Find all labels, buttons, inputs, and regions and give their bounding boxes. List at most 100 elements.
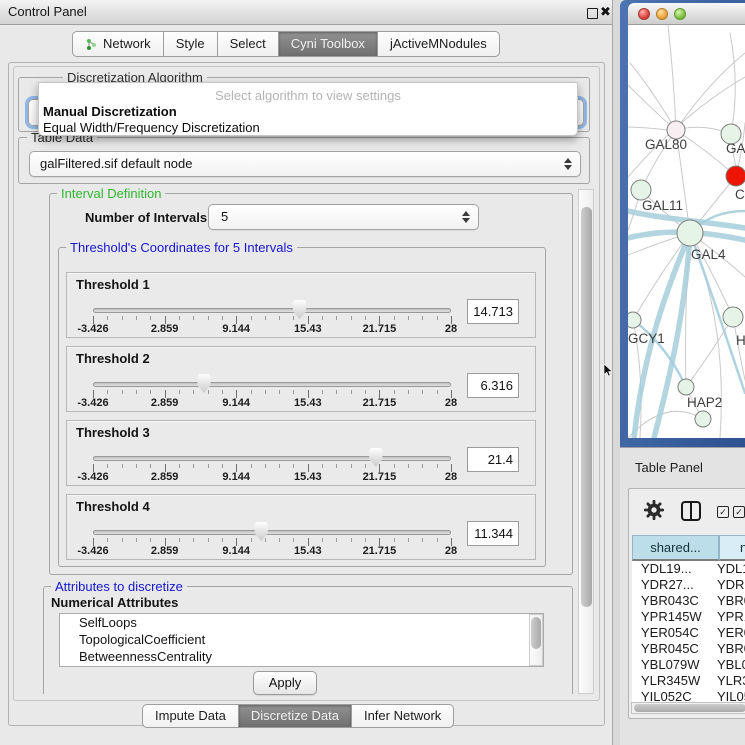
slider-tick [437,390,438,394]
table-hscrollbar-thumb[interactable] [634,704,745,712]
tab-impute-data[interactable]: Impute Data [142,704,239,728]
algorithm-option-equal-width-frequency-discretization[interactable]: Equal Width/Frequency Discretization [43,120,260,135]
slider-tick-label: 9.144 [222,397,250,409]
slider-tick [279,390,280,394]
network-icon [85,38,98,51]
slider-tick [136,316,137,320]
slider-track[interactable] [93,456,451,461]
panel-title: Control Panel [8,0,87,24]
cell-name: YDR27... [717,577,745,593]
slider-tick [179,464,180,468]
network-node-h[interactable] [723,307,743,327]
minimize-traffic-light-icon[interactable] [656,8,668,20]
table-row[interactable]: YDL19...YDL19... [632,561,745,577]
slider-track[interactable] [93,308,451,313]
tab-label: Discretize Data [251,705,339,727]
tab-discretize-data[interactable]: Discretize Data [238,704,352,728]
table-horizontal-scrollbar[interactable] [631,702,745,714]
checkbox-icon[interactable]: ✓ [717,506,729,518]
column-header-shared-name[interactable]: shared... [632,535,719,561]
slider-tick [222,390,223,394]
slider-tick [437,538,438,542]
tab-label: Style [176,32,205,56]
settings-scrollbar-thumb[interactable] [581,207,592,607]
cell-name: YBL079W [717,657,745,673]
slider-track[interactable] [93,382,451,387]
table-data-combobox[interactable]: galFiltered.sif default node [29,151,581,177]
cell-name: YLR345W [717,673,745,689]
table-row[interactable]: YLR345WYLR345W [632,673,745,689]
table-row[interactable]: YER054C YER054C [632,625,745,641]
slider-tick [322,316,323,320]
numerical-attributes-list[interactable]: SelfLoopsTopologicalCoefficientBetweenne… [59,613,544,667]
network-node-gal4[interactable] [677,220,703,246]
attribute-item-selfloops[interactable]: SelfLoops [60,614,543,631]
cell-shared-name: YDR27... [641,577,694,593]
apply-button[interactable]: Apply [253,671,317,695]
list-scrollbar-thumb[interactable] [531,617,541,649]
panel-splitter[interactable] [613,0,620,745]
table-row[interactable]: YBL079WYBL079W [632,657,745,673]
table-row[interactable]: YBR045CYBR045C [632,641,745,657]
zoom-traffic-light-icon[interactable] [674,8,686,20]
tab-label: Select [230,32,266,56]
slider-tick-label: -3.426 [77,323,108,335]
slider-tick [336,464,337,468]
close-traffic-light-icon[interactable] [638,8,650,20]
slider-thumb[interactable] [368,448,383,467]
float-window-icon[interactable] [587,8,598,19]
slider-tick [322,390,323,394]
settings-scrollbar[interactable] [578,189,594,694]
network-node-node[interactable] [695,411,711,427]
popup-placeholder: Select algorithm to view settings [39,88,577,103]
network-node-hap2[interactable] [678,379,694,395]
tab-network[interactable]: Network [72,31,164,57]
tab-select[interactable]: Select [217,31,279,57]
cell-shared-name: YER054C [641,625,699,641]
slider-tick-label: 28 [445,545,457,557]
table-header-row: shared... name [632,535,745,561]
tab-infer-network[interactable]: Infer Network [351,704,454,728]
attribute-item-betweennesscentrality[interactable]: BetweennessCentrality [60,648,543,665]
tab-label: Network [103,32,151,56]
tab-cyni-toolbox[interactable]: Cyni Toolbox [278,31,378,57]
slider-tick [208,316,209,320]
cell-name: YER054C [717,625,745,641]
table-row[interactable]: YBR043CYBR043C [632,593,745,609]
threshold-value-field[interactable]: 11.344 [467,521,519,546]
slider-track[interactable] [93,530,451,535]
gear-icon[interactable] [643,499,665,521]
checkbox-icon[interactable]: ✓ [733,506,745,518]
combo-value: galFiltered.sif default node [40,152,192,176]
slider-tick [279,316,280,320]
slider-tick-label: 2.859 [151,545,179,557]
slider-tick [408,390,409,394]
slider-tick [394,464,395,468]
network-node-gcy1[interactable] [628,312,641,328]
threshold-value-field[interactable]: 14.713 [467,299,519,324]
group-title: Threshold's Coordinates for 5 Intervals [66,240,297,255]
slider-thumb[interactable] [196,374,211,393]
table-row[interactable]: YIL052CYIL052C [632,689,745,702]
attribute-item-topologicalcoefficient[interactable]: TopologicalCoefficient [60,631,543,648]
threshold-value-field[interactable]: 21.4 [467,447,519,472]
slider-tick-label: 9.144 [222,471,250,483]
network-canvas[interactable]: GAL80GACGAL11GAL4GCY1HHAP2 [628,25,745,438]
slider-tick [293,390,294,394]
tab-jactivemnodules[interactable]: jActiveMNodules [377,31,500,57]
table-row[interactable]: YDR27... YDR27... [632,577,745,593]
num-intervals-combobox[interactable]: 5 [208,204,479,230]
network-node-gal11[interactable] [631,180,651,200]
network-node-c[interactable] [726,166,745,186]
column-header-name[interactable]: name [719,535,745,561]
column-layout-icon[interactable] [681,501,701,521]
algorithm-option-manual-discretization[interactable]: Manual Discretization [43,104,177,119]
threshold-value-field[interactable]: 6.316 [467,373,519,398]
node-label: GAL4 [691,247,726,262]
list-scrollbar[interactable] [529,614,543,666]
slider-thumb[interactable] [254,522,269,541]
slider-tick [122,538,123,542]
tab-style[interactable]: Style [163,31,218,57]
table-row[interactable]: YPR145WYPR145W [632,609,745,625]
close-icon[interactable]: ✖ [600,4,611,20]
